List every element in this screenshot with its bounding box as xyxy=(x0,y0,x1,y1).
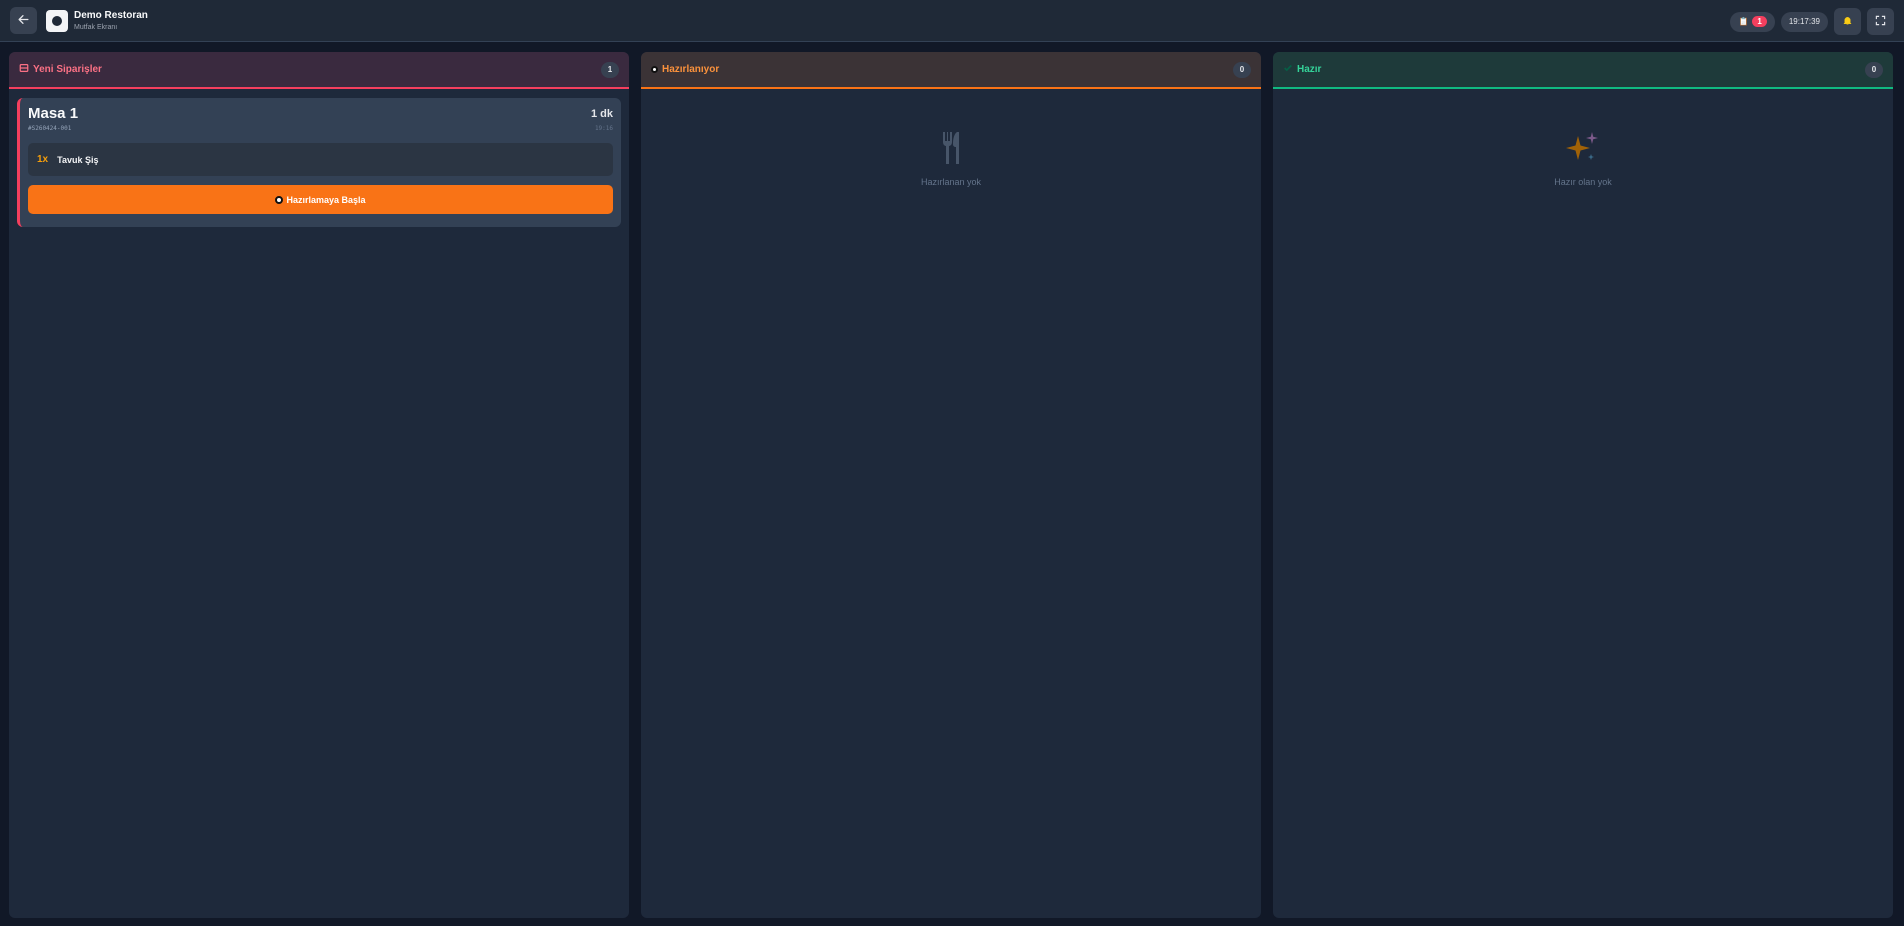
column-new-orders: Yeni Siparişler 1 Masa 1 #S260424-001 1 … xyxy=(9,52,629,918)
restaurant-name: Demo Restoran xyxy=(74,9,148,21)
order-count-badge: 1 xyxy=(1752,16,1767,27)
empty-state: Hazırlanan yok xyxy=(641,130,1261,187)
column-header: Hazırlanıyor 0 xyxy=(641,52,1261,89)
clipboard-icon: 📋 xyxy=(1738,17,1749,26)
sparkles-icon xyxy=(1566,130,1600,171)
arrow-left-icon xyxy=(17,13,30,29)
column-title: Hazırlanıyor xyxy=(662,64,720,75)
empty-text: Hazır olan yok xyxy=(1554,177,1612,187)
fire-icon xyxy=(275,195,284,204)
notification-button[interactable] xyxy=(1834,8,1861,35)
order-time: 19:16 xyxy=(594,125,613,132)
table-name: Masa 1 xyxy=(28,105,79,122)
column-count: 0 xyxy=(1233,61,1251,78)
check-icon xyxy=(1283,63,1293,76)
fire-icon xyxy=(651,66,658,73)
bell-icon xyxy=(1842,15,1853,29)
start-preparing-button[interactable]: Hazırlamaya Başla xyxy=(28,185,613,214)
column-count: 1 xyxy=(601,61,619,78)
order-card[interactable]: Masa 1 #S260424-001 1 dk 19:16 1x Tavuk … xyxy=(17,98,621,227)
order-item: 1x Tavuk Şiş xyxy=(28,143,613,176)
empty-state: Hazır olan yok xyxy=(1273,130,1893,187)
column-count: 0 xyxy=(1865,61,1883,78)
start-preparing-label: Hazırlamaya Başla xyxy=(286,194,366,205)
column-preparing: Hazırlanıyor 0 Hazırlanan yok xyxy=(641,52,1261,918)
column-header: Hazır 0 xyxy=(1273,52,1893,89)
column-ready: Hazır 0 Hazır olan yok xyxy=(1273,52,1893,918)
column-title: Hazır xyxy=(1297,64,1322,75)
header-actions: 📋 1 19:17:39 xyxy=(1730,8,1894,35)
fork-knife-icon xyxy=(940,130,962,171)
screen-name: Mutfak Ekranı xyxy=(74,23,118,31)
order-count-pill[interactable]: 📋 1 xyxy=(1730,11,1775,32)
top-header: Demo Restoran Mutfak Ekranı 📋 1 19:17:39 xyxy=(0,0,1904,42)
item-quantity: 1x xyxy=(37,154,49,165)
elapsed-time: 1 dk xyxy=(590,108,613,120)
fullscreen-icon xyxy=(1875,15,1886,29)
back-button[interactable] xyxy=(10,7,37,34)
column-header: Yeni Siparişler 1 xyxy=(9,52,629,89)
restaurant-logo xyxy=(46,9,68,32)
inbox-icon xyxy=(19,63,29,76)
order-number: #S260424-001 xyxy=(28,125,72,132)
column-title: Yeni Siparişler xyxy=(33,64,102,75)
item-name: Tavuk Şiş xyxy=(57,154,99,165)
brand: Demo Restoran Mutfak Ekranı xyxy=(74,9,148,31)
fullscreen-button[interactable] xyxy=(1867,8,1894,35)
clock: 19:17:39 xyxy=(1780,11,1828,32)
empty-text: Hazırlanan yok xyxy=(920,177,982,187)
